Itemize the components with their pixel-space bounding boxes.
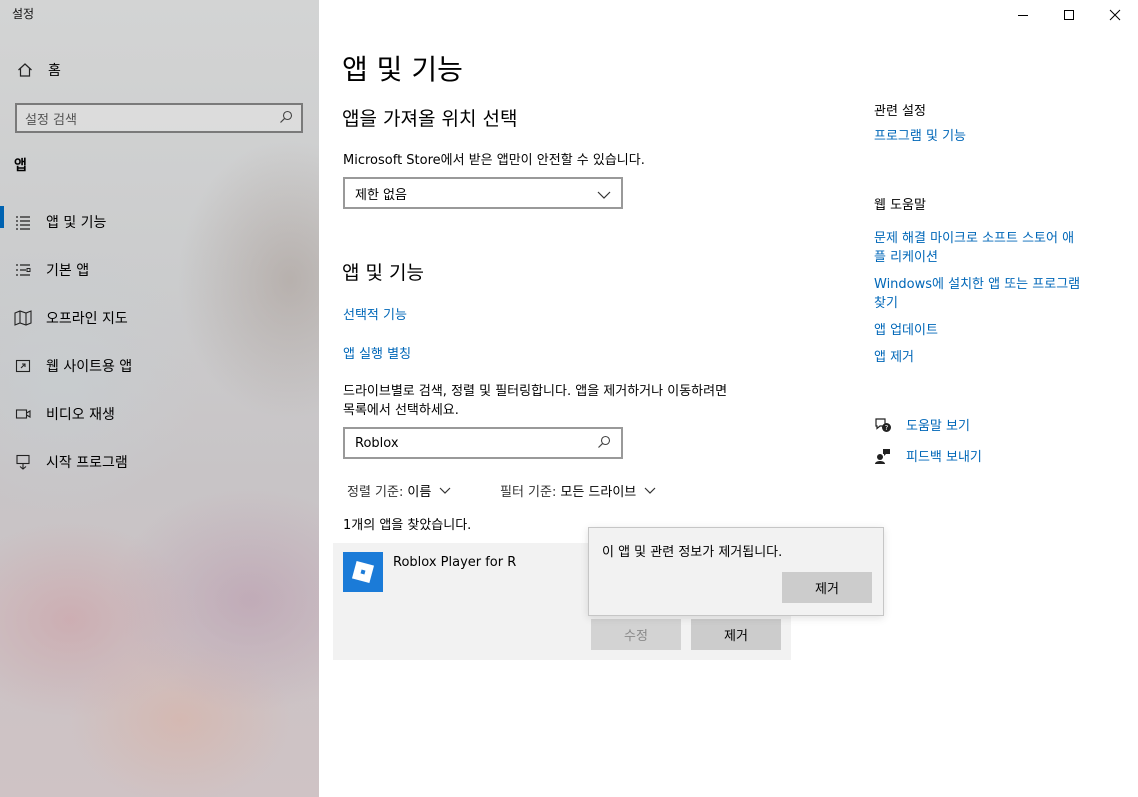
chevron-down-icon	[439, 487, 451, 494]
feedback-icon	[874, 447, 892, 465]
sort-label: 정렬 기준:	[347, 485, 404, 500]
sidebar-item-label: 앱 및 기능	[46, 215, 107, 231]
app-search-value: Roblox	[355, 435, 399, 451]
sidebar-item-label: 시작 프로그램	[46, 455, 128, 471]
search-icon	[597, 434, 611, 453]
filter-dropdown[interactable]: 필터 기준: 모든 드라이브	[500, 481, 656, 500]
feedback-label: 피드백 보내기	[906, 450, 982, 465]
page-title: 앱 및 기능	[342, 53, 463, 86]
get-help-label: 도움말 보기	[906, 419, 970, 434]
home-icon	[16, 61, 34, 79]
video-icon	[14, 405, 32, 423]
sort-dropdown[interactable]: 정렬 기준: 이름	[347, 481, 451, 500]
search-description-line2: 목록에서 선택하세요.	[343, 403, 459, 418]
sidebar: 설정 홈 설정 검색 앱 앱 및 기능 기본 앱 오프라인 지도 웹 사이트용 …	[0, 0, 319, 797]
help-chat-icon: ?	[874, 416, 892, 434]
settings-search-input[interactable]: 설정 검색	[15, 103, 303, 133]
search-icon	[279, 109, 293, 128]
modify-button[interactable]: 수정	[591, 619, 681, 650]
website-apps-icon	[14, 357, 32, 375]
uninstall-button[interactable]: 제거	[691, 619, 781, 650]
search-description-line1: 드라이브별로 검색, 정렬 및 필터링합니다. 앱을 제거하거나 이동하려면	[343, 384, 728, 399]
confirm-uninstall-button[interactable]: 제거	[782, 572, 872, 603]
install-source-description: Microsoft Store에서 받은 앱만이 안전할 수 있습니다.	[343, 153, 645, 168]
help-link-find-apps[interactable]: Windows에 설치한 앱 또는 프로그램 찾기	[874, 275, 1114, 313]
programs-features-link[interactable]: 프로그램 및 기능	[874, 127, 1114, 146]
apps-features-heading: 앱 및 기능	[342, 262, 424, 284]
result-count: 1개의 앱을 찾았습니다.	[343, 518, 472, 533]
help-link-line: Windows에 설치한 앱 또는 프로그램	[874, 277, 1081, 292]
help-link-store-troubleshoot[interactable]: 문제 해결 마이크로 소프트 스토어 애 플 리케이션	[874, 229, 1114, 267]
help-link-line: 플 리케이션	[874, 250, 938, 265]
app-name: Roblox Player for R	[393, 555, 517, 570]
sidebar-item-label: 웹 사이트용 앱	[46, 359, 133, 375]
home-label: 홈	[48, 63, 61, 79]
default-apps-icon	[14, 261, 32, 279]
filter-value: 모든 드라이브	[560, 485, 637, 500]
install-source-heading: 앱을 가져올 위치 선택	[342, 108, 518, 130]
install-source-value: 제한 없음	[355, 187, 407, 203]
sidebar-item-startup[interactable]: 시작 프로그램	[0, 438, 319, 486]
main-content: 앱 및 기능 앱을 가져올 위치 선택 Microsoft Store에서 받은…	[319, 0, 1138, 797]
home-nav-item[interactable]: 홈	[16, 58, 61, 82]
help-link-app-update[interactable]: 앱 업데이트	[874, 321, 1114, 340]
help-link-app-remove[interactable]: 앱 제거	[874, 348, 1114, 367]
sidebar-item-label: 비디오 재생	[46, 407, 115, 423]
app-aliases-link[interactable]: 앱 실행 별칭	[343, 343, 411, 362]
sort-value: 이름	[407, 485, 432, 500]
web-help-heading: 웹 도움말	[874, 198, 926, 213]
sidebar-item-offline-maps[interactable]: 오프라인 지도	[0, 294, 319, 342]
get-help-link[interactable]: ? 도움말 보기	[874, 415, 970, 434]
uninstall-confirm-flyout: 이 앱 및 관련 정보가 제거됩니다. 제거	[588, 527, 884, 616]
feedback-link[interactable]: 피드백 보내기	[874, 446, 982, 465]
window-title: 설정	[12, 7, 35, 21]
sidebar-item-video-playback[interactable]: 비디오 재생	[0, 390, 319, 438]
app-search-input[interactable]: Roblox	[343, 427, 623, 459]
uninstall-confirm-message: 이 앱 및 관련 정보가 제거됩니다.	[602, 545, 783, 560]
help-link-line: 문제 해결 마이크로 소프트 스토어 애	[874, 231, 1075, 246]
startup-icon	[14, 453, 32, 471]
roblox-app-icon	[343, 552, 383, 592]
map-icon	[14, 309, 32, 327]
install-source-dropdown[interactable]: 제한 없음	[343, 177, 623, 209]
chevron-down-icon	[597, 184, 611, 203]
svg-text:?: ?	[885, 424, 889, 432]
sidebar-nav: 앱 및 기능 기본 앱 오프라인 지도 웹 사이트용 앱 비디오 재생 시작 프…	[0, 204, 319, 486]
sidebar-item-apps-features[interactable]: 앱 및 기능	[0, 198, 319, 246]
section-label: 앱	[14, 158, 27, 174]
optional-features-link[interactable]: 선택적 기능	[343, 304, 407, 323]
apps-list-icon	[14, 213, 32, 231]
filter-label: 필터 기준:	[500, 485, 557, 500]
sidebar-item-default-apps[interactable]: 기본 앱	[0, 246, 319, 294]
chevron-down-icon	[644, 487, 656, 494]
related-settings-heading: 관련 설정	[874, 104, 926, 119]
settings-search-placeholder: 설정 검색	[25, 112, 77, 128]
help-link-line: 찾기	[874, 296, 898, 311]
sidebar-item-website-apps[interactable]: 웹 사이트용 앱	[0, 342, 319, 390]
sidebar-item-label: 기본 앱	[46, 263, 90, 279]
sidebar-item-label: 오프라인 지도	[46, 311, 128, 327]
